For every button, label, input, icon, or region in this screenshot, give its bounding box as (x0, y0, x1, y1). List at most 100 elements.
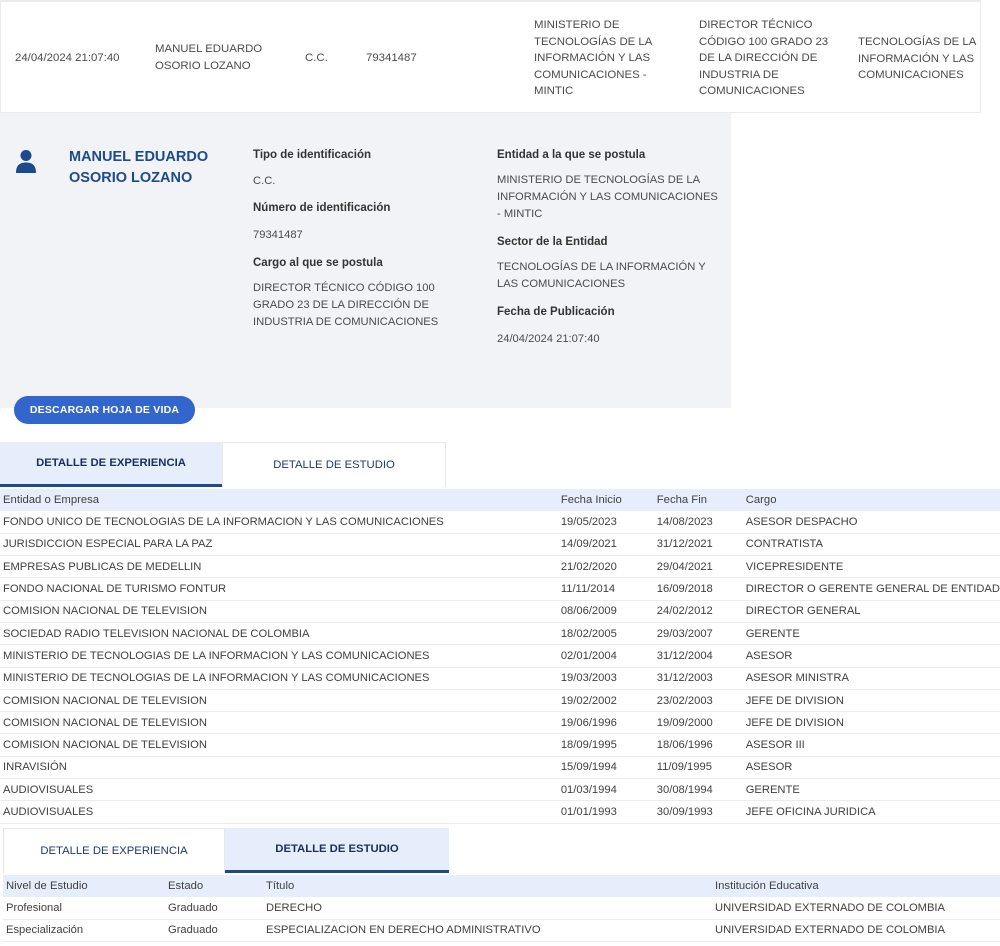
experience-row: COMISION NACIONAL DE TELEVISION 19/06/199… (0, 711, 1000, 735)
experience-table: Entidad o Empresa Fecha Inicio Fecha Fin… (0, 489, 1000, 824)
experience-row-cell: 01/03/1994 (557, 778, 654, 802)
exp-header-inicio: Fecha Inicio (557, 489, 654, 511)
cargo-label: Cargo al que se postula (253, 257, 383, 269)
experience-row: AUDIOVISUALES 01/03/1994 30/08/1994 GERENTE (0, 778, 1000, 802)
experience-row-cell: INRAVISIÓN (0, 756, 558, 780)
experience-row-cell: 29/03/2007 (653, 622, 743, 646)
tipo-id-value: C.C. (253, 175, 276, 187)
tab-experiencia-2[interactable]: DETALLE DE EXPERIENCIA (3, 828, 225, 873)
experience-row-cell: FONDO UNICO DE TECNOLOGIAS DE LA INFORMA… (0, 511, 558, 534)
study-row-cell: Graduado (165, 919, 263, 943)
experience-row-cell: FONDO NACIONAL DE TURISMO FONTUR (0, 577, 558, 601)
experience-row-cell: 31/12/2004 (653, 644, 743, 668)
study-row-cell: UNIVERSIDAD EXTERNADO DE COLOMBIA (712, 919, 1000, 943)
study-row-cell: Especialización (3, 919, 165, 943)
experience-row-cell: 29/04/2021 (653, 555, 743, 579)
experience-row-cell: 21/02/2020 (557, 555, 654, 579)
experience-row: MINISTERIO DE TECNOLOGIAS DE LA INFORMAC… (0, 644, 1000, 668)
experience-row-cell: JEFE DE DIVISION (742, 689, 1000, 713)
candidate-name: MANUEL EDUARDO OSORIO LOZANO (69, 149, 209, 186)
experience-row-cell: 19/03/2003 (557, 667, 654, 690)
experience-row-cell: JURISDICCION ESPECIAL PARA LA PAZ (0, 533, 558, 557)
experience-row-cell: 24/02/2012 (653, 600, 743, 623)
experience-row-cell: ASESOR MINISTRA (742, 667, 1000, 690)
study-row-cell: ESPECIALIZACION EN DERECHO ADMINISTRATIV… (263, 919, 712, 943)
experience-row-cell: 18/06/1996 (653, 733, 743, 757)
experience-row-cell: 11/09/1995 (653, 756, 743, 780)
tabs-experience-section: DETALLE DE EXPERIENCIA DETALLE DE ESTUDI… (0, 442, 446, 487)
tab-estudio-2[interactable]: DETALLE DE ESTUDIO (225, 828, 449, 873)
experience-row-cell: 11/11/2014 (557, 577, 654, 601)
profile-panel: MANUEL EDUARDO OSORIO LOZANO Tipo de ide… (0, 113, 731, 408)
study-row-cell: Profesional (3, 897, 165, 920)
fecha-value: 24/04/2024 21:07:40 (497, 333, 600, 345)
tab-estudio[interactable]: DETALLE DE ESTUDIO (222, 442, 446, 487)
summary-sector: TECNOLOGÍAS DE LA INFORMACIÓN Y LAS COMU… (858, 36, 976, 81)
experience-row-cell: ASESOR III (742, 733, 1000, 757)
experience-row: AUDIOVISUALES 01/01/1993 30/09/1993 JEFE OF… (0, 800, 1000, 824)
summary-numero-id: 79341487 (366, 52, 417, 64)
experience-row-cell: 23/02/2003 (653, 689, 743, 713)
experience-row-cell: COMISION NACIONAL DE TELEVISION (0, 600, 558, 623)
experience-row-cell: AUDIOVISUALES (0, 778, 558, 802)
exp-header-fin: Fecha Fin (653, 489, 743, 511)
experience-row-cell: JEFE DE DIVISION (742, 711, 1000, 735)
experience-row-cell: COMISION NACIONAL DE TELEVISION (0, 733, 558, 757)
experience-row-cell: CONTRATISTA (742, 533, 1000, 557)
experience-row: FONDO UNICO DE TECNOLOGIAS DE LA INFORMA… (0, 511, 1000, 534)
study-row: Especialización Graduado ESPECIALIZACION E… (3, 919, 1000, 943)
study-row-cell: DERECHO (263, 897, 712, 920)
experience-row-cell: 15/09/1994 (557, 756, 654, 780)
entidad-label: Entidad a la que se postula (497, 149, 646, 161)
numero-id-label: Número de identificación (253, 202, 391, 214)
experience-row: SOCIEDAD RADIO TELEVISION NACIONAL DE CO… (0, 622, 1000, 646)
experience-row-cell: 18/09/1995 (557, 733, 654, 757)
experience-row-cell: AUDIOVISUALES (0, 800, 558, 824)
experience-row-cell: ASESOR (742, 756, 1000, 780)
study-row-cell: Graduado (165, 897, 263, 920)
experience-row-cell: VICEPRESIDENTE (742, 555, 1000, 579)
experience-row-cell: SOCIEDAD RADIO TELEVISION NACIONAL DE CO… (0, 622, 558, 646)
summary-fecha: 24/04/2024 21:07:40 (15, 52, 120, 64)
experience-row-cell: COMISION NACIONAL DE TELEVISION (0, 711, 558, 735)
summary-nombre: MANUEL EDUARDO OSORIO LOZANO (155, 43, 263, 72)
experience-row-cell: 30/08/1994 (653, 778, 743, 802)
study-header-titulo: Título (263, 875, 712, 897)
experience-row-cell: 01/01/1993 (557, 800, 654, 824)
experience-row-cell: 19/05/2023 (557, 511, 654, 534)
exp-header-entidad: Entidad o Empresa (0, 489, 558, 511)
experience-row: COMISION NACIONAL DE TELEVISION 08/06/200… (0, 600, 1000, 623)
experience-row-cell: 19/06/1996 (557, 711, 654, 735)
experience-row-cell: 16/09/2018 (653, 577, 743, 601)
experience-row-cell: ASESOR DESPACHO (742, 511, 1000, 534)
experience-row-cell: 14/09/2021 (557, 533, 654, 557)
experience-row: MINISTERIO DE TECNOLOGIAS DE LA INFORMAC… (0, 667, 1000, 690)
tab-experiencia[interactable]: DETALLE DE EXPERIENCIA (0, 442, 222, 487)
experience-row: EMPRESAS PUBLICAS DE MEDELLIN 21/02/2020 2… (0, 555, 1000, 579)
sector-value: TECNOLOGÍAS DE LA INFORMACIÓN Y LAS COMU… (497, 261, 706, 290)
study-header-row: Nivel de Estudio Estado Título Instituci… (3, 875, 1000, 897)
numero-id-value: 79341487 (253, 229, 303, 241)
experience-row: COMISION NACIONAL DE TELEVISION 18/09/199… (0, 733, 1000, 757)
experience-row-cell: JEFE OFICINA JURIDICA (742, 800, 1000, 824)
download-cv-button[interactable]: DESCARGAR HOJA DE VIDA (14, 396, 195, 424)
fecha-label: Fecha de Publicación (497, 306, 615, 318)
experience-row-cell: 19/02/2002 (557, 689, 654, 713)
experience-row-cell: 31/12/2003 (653, 667, 743, 690)
experience-row-cell: 18/02/2005 (557, 622, 654, 646)
study-table: Nivel de Estudio Estado Título Instituci… (3, 875, 1000, 943)
study-header-nivel: Nivel de Estudio (3, 875, 165, 897)
person-icon (16, 150, 36, 173)
study-header-estado: Estado (165, 875, 263, 897)
experience-row-cell: MINISTERIO DE TECNOLOGIAS DE LA INFORMAC… (0, 644, 558, 668)
experience-row: JURISDICCION ESPECIAL PARA LA PAZ 14/09/2… (0, 533, 1000, 557)
study-row: Profesional Graduado DERECHO UNIVERSIDAD EX… (3, 897, 1000, 920)
experience-row-cell: DIRECTOR GENERAL (742, 600, 1000, 623)
cargo-value: DIRECTOR TÉCNICO CÓDIGO 100 GRADO 23 DE … (253, 282, 439, 328)
experience-row-cell: 30/09/1993 (653, 800, 743, 824)
experience-row-cell: 08/06/2009 (557, 600, 654, 623)
experience-row: COMISION NACIONAL DE TELEVISION 19/02/200… (0, 689, 1000, 713)
experience-row-cell: COMISION NACIONAL DE TELEVISION (0, 689, 558, 713)
summary-row[interactable]: 24/04/2024 21:07:40 MANUEL EDUARDO OSORI… (0, 0, 981, 113)
experience-row-cell: 02/01/2004 (557, 644, 654, 668)
